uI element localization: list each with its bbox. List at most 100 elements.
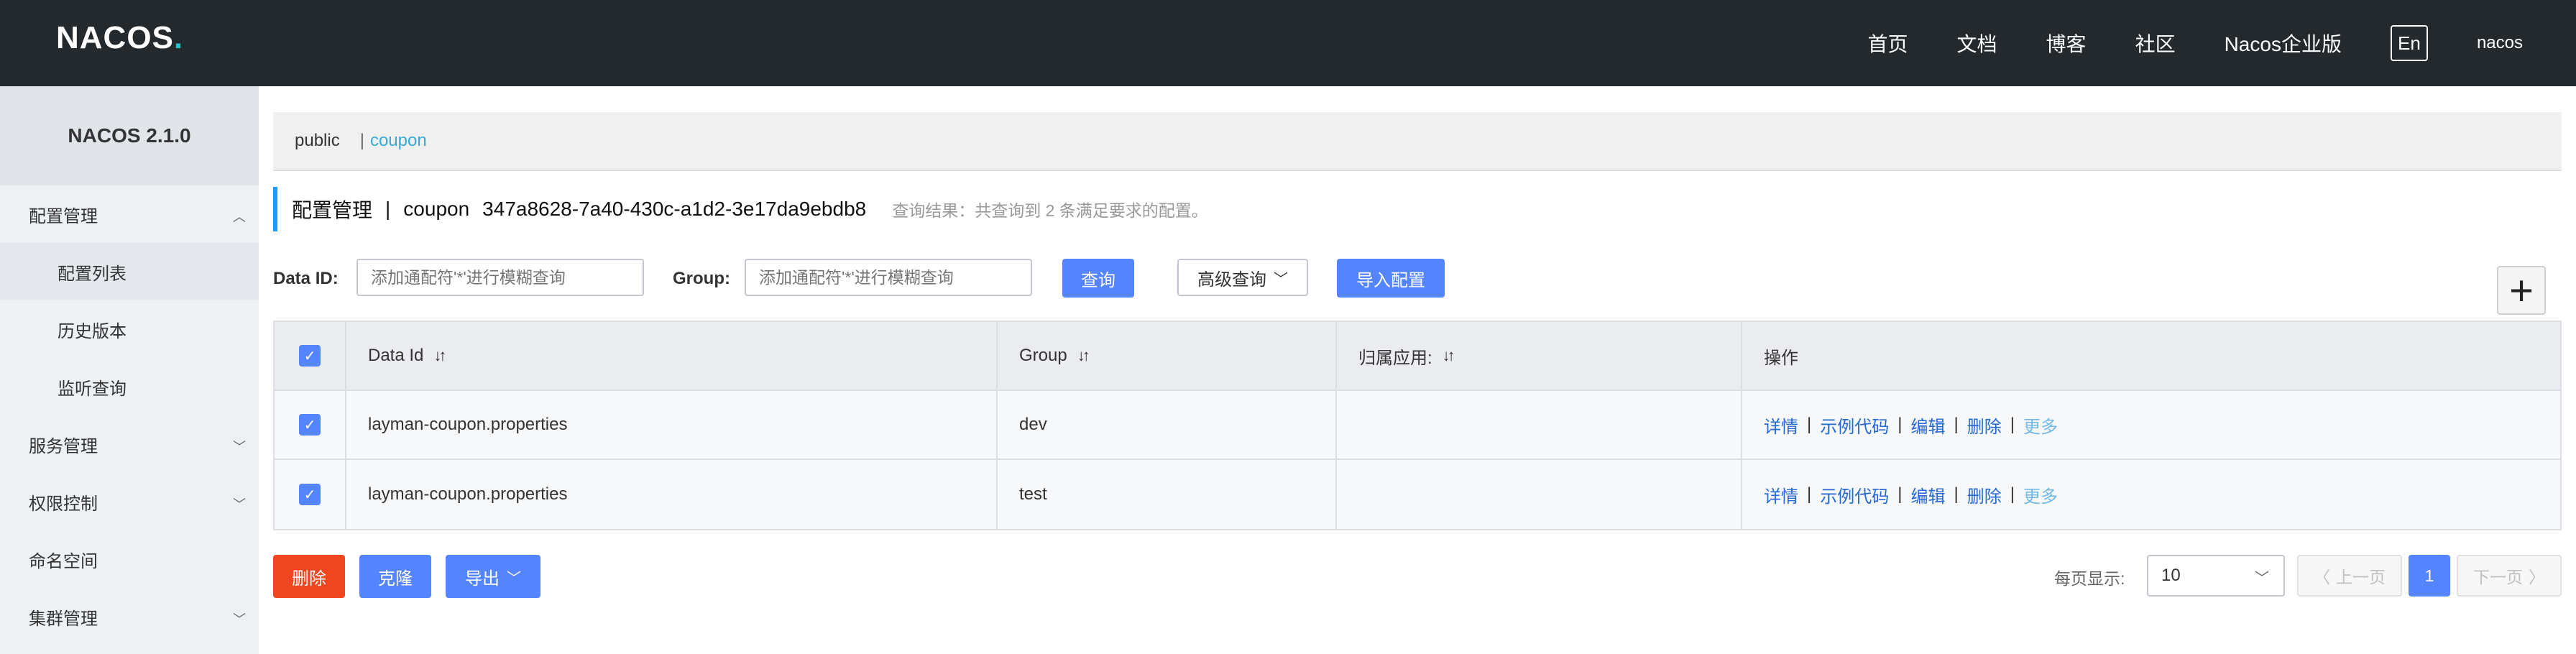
clone-button[interactable]: 克隆 bbox=[359, 555, 431, 598]
per-page-select[interactable]: 10 ﹀ bbox=[2147, 555, 2285, 597]
namespace-coupon[interactable]: coupon bbox=[370, 131, 427, 151]
delete-link[interactable]: 删除 bbox=[1967, 413, 2002, 438]
user-name[interactable]: nacos bbox=[2477, 33, 2523, 53]
table-row: ✓ layman-coupon.properties test 详情 | 示例代码… bbox=[275, 460, 2560, 529]
current-page-button[interactable]: 1 bbox=[2409, 555, 2450, 597]
sidebar-item-config-management[interactable]: 配置管理 ︿ bbox=[0, 185, 259, 243]
sidebar-version: NACOS 2.1.0 bbox=[0, 86, 259, 185]
sidebar-item-label: 服务管理 bbox=[29, 436, 98, 456]
header-app[interactable]: 归属应用: ↓↑ bbox=[1337, 322, 1742, 390]
language-switch-button[interactable]: En bbox=[2390, 25, 2428, 61]
prev-page-label: 上一页 bbox=[2336, 568, 2386, 586]
nacos-logo[interactable]: NACOS. bbox=[56, 20, 183, 56]
sort-icon[interactable]: ↓↑ bbox=[1077, 346, 1090, 365]
header-data-id[interactable]: Data Id ↓↑ bbox=[346, 322, 998, 390]
plus-icon[interactable]: + bbox=[2497, 266, 2546, 315]
nav-community[interactable]: 社区 bbox=[2135, 29, 2176, 57]
main-content: public | coupon 配置管理 | coupon 347a8628-7… bbox=[273, 86, 2562, 654]
cell-data-id: layman-coupon.properties bbox=[346, 391, 998, 459]
edit-link[interactable]: 编辑 bbox=[1910, 482, 1945, 507]
header-ops: 操作 bbox=[1742, 322, 2562, 390]
chevron-left-icon: 〈 bbox=[2314, 568, 2330, 586]
op-divider: | bbox=[1954, 484, 1959, 504]
more-link[interactable]: 更多 bbox=[2023, 413, 2058, 438]
chevron-down-icon: ﹀ bbox=[233, 612, 246, 627]
table-row: ✓ layman-coupon.properties dev 详情 | 示例代码 |… bbox=[275, 391, 2560, 460]
batch-delete-button[interactable]: 删除 bbox=[273, 555, 345, 598]
row-checkbox[interactable]: ✓ bbox=[299, 484, 321, 505]
dataid-search-input[interactable] bbox=[356, 259, 644, 296]
edit-link[interactable]: 编辑 bbox=[1910, 413, 1945, 438]
search-bar: Data ID: Group: 查询 高级查询 ﹀ 导入配置 bbox=[273, 259, 2562, 299]
sidebar-item-permission[interactable]: 权限控制 ﹀ bbox=[0, 473, 259, 530]
sort-icon[interactable]: ↓↑ bbox=[433, 346, 446, 365]
cell-ops: 详情 | 示例代码 | 编辑 | 删除 | 更多 bbox=[1742, 391, 2562, 459]
sidebar-item-config-list[interactable]: 配置列表 bbox=[0, 243, 259, 300]
chevron-up-icon: ︿ bbox=[233, 210, 246, 224]
op-divider: | bbox=[1807, 484, 1812, 504]
namespace-public[interactable]: public bbox=[295, 131, 340, 151]
chevron-down-icon: ﹀ bbox=[233, 497, 246, 512]
prev-page-button[interactable]: 〈 上一页 bbox=[2297, 555, 2402, 597]
nav-docs[interactable]: 文档 bbox=[1957, 29, 1997, 57]
sidebar-item-history[interactable]: 历史版本 bbox=[0, 300, 259, 358]
cell-app bbox=[1337, 391, 1742, 459]
nav-enterprise[interactable]: Nacos企业版 bbox=[2225, 29, 2342, 57]
export-button[interactable]: 导出 ﹀ bbox=[446, 555, 540, 598]
sidebar-item-listener-query[interactable]: 监听查询 bbox=[0, 358, 259, 415]
sample-code-link[interactable]: 示例代码 bbox=[1820, 482, 1889, 507]
op-divider: | bbox=[1898, 415, 1903, 434]
group-search-input[interactable] bbox=[745, 259, 1032, 296]
top-navbar: NACOS. 首页 文档 博客 社区 Nacos企业版 En nacos bbox=[0, 0, 2576, 86]
cell-group: dev bbox=[998, 391, 1337, 459]
op-divider: | bbox=[2010, 484, 2015, 504]
cell-group: test bbox=[998, 460, 1337, 529]
row-select-cell: ✓ bbox=[275, 460, 346, 529]
header-group[interactable]: Group ↓↑ bbox=[998, 322, 1337, 390]
sidebar-item-label: 监听查询 bbox=[58, 379, 126, 399]
select-all-checkbox[interactable]: ✓ bbox=[299, 345, 321, 367]
delete-link[interactable]: 删除 bbox=[1967, 482, 2002, 507]
advanced-query-label: 高级查询 bbox=[1197, 270, 1266, 290]
chevron-right-icon: 〉 bbox=[2529, 568, 2545, 586]
cell-ops: 详情 | 示例代码 | 编辑 | 删除 | 更多 bbox=[1742, 460, 2562, 529]
header-label: 操作 bbox=[1764, 348, 1798, 368]
sidebar-item-service-management[interactable]: 服务管理 ﹀ bbox=[0, 415, 259, 473]
cell-data-id: layman-coupon.properties bbox=[346, 460, 998, 529]
sidebar-item-cluster[interactable]: 集群管理 ﹀ bbox=[0, 588, 259, 645]
sample-code-link[interactable]: 示例代码 bbox=[1820, 413, 1889, 438]
query-button[interactable]: 查询 bbox=[1062, 259, 1134, 298]
detail-link[interactable]: 详情 bbox=[1764, 413, 1798, 438]
per-page-label: 每页显示: bbox=[2054, 569, 2125, 588]
chevron-down-icon: ﹀ bbox=[507, 570, 521, 586]
logo-text: NACOS bbox=[56, 20, 174, 55]
nav-blog[interactable]: 博客 bbox=[2046, 29, 2087, 57]
sidebar: NACOS 2.1.0 配置管理 ︿ 配置列表 历史版本 监听查询 服务管理 ﹀… bbox=[0, 86, 259, 654]
title-main: 配置管理 bbox=[292, 199, 373, 221]
next-page-button[interactable]: 下一页 〉 bbox=[2457, 555, 2562, 597]
title-namespace-id: 347a8628-7a40-430c-a1d2-3e17da9ebdb8 bbox=[482, 198, 867, 220]
import-config-button[interactable]: 导入配置 bbox=[1337, 259, 1445, 298]
page-title: 配置管理 | coupon 347a8628-7a40-430c-a1d2-3e… bbox=[273, 187, 1208, 231]
chevron-down-icon: ﹀ bbox=[1274, 271, 1288, 287]
more-link[interactable]: 更多 bbox=[2023, 482, 2058, 507]
sidebar-item-label: 历史版本 bbox=[58, 321, 126, 341]
sidebar-item-namespace[interactable]: 命名空间 bbox=[0, 530, 259, 588]
cell-app bbox=[1337, 460, 1742, 529]
title-namespace-name: coupon bbox=[403, 198, 470, 220]
advanced-query-button[interactable]: 高级查询 ﹀ bbox=[1177, 259, 1308, 296]
sort-icon[interactable]: ↓↑ bbox=[1443, 346, 1455, 365]
row-checkbox[interactable]: ✓ bbox=[299, 414, 321, 436]
header-label: Data Id bbox=[368, 346, 424, 365]
header-label: Group bbox=[1019, 346, 1067, 365]
table-header: ✓ Data Id ↓↑ Group ↓↑ 归属应用: ↓↑ 操作 bbox=[275, 322, 2560, 391]
select-all-cell: ✓ bbox=[275, 322, 346, 390]
sidebar-item-label: 集群管理 bbox=[29, 609, 98, 629]
detail-link[interactable]: 详情 bbox=[1764, 482, 1798, 507]
per-page-value: 10 bbox=[2161, 566, 2181, 585]
sidebar-item-label: 配置管理 bbox=[29, 206, 98, 226]
nav-home[interactable]: 首页 bbox=[1868, 29, 1908, 57]
query-result-text: 查询结果：共查询到 2 条满足要求的配置。 bbox=[892, 201, 1208, 220]
namespace-bar: public | coupon bbox=[273, 112, 2562, 171]
logo-dot: . bbox=[173, 20, 184, 55]
